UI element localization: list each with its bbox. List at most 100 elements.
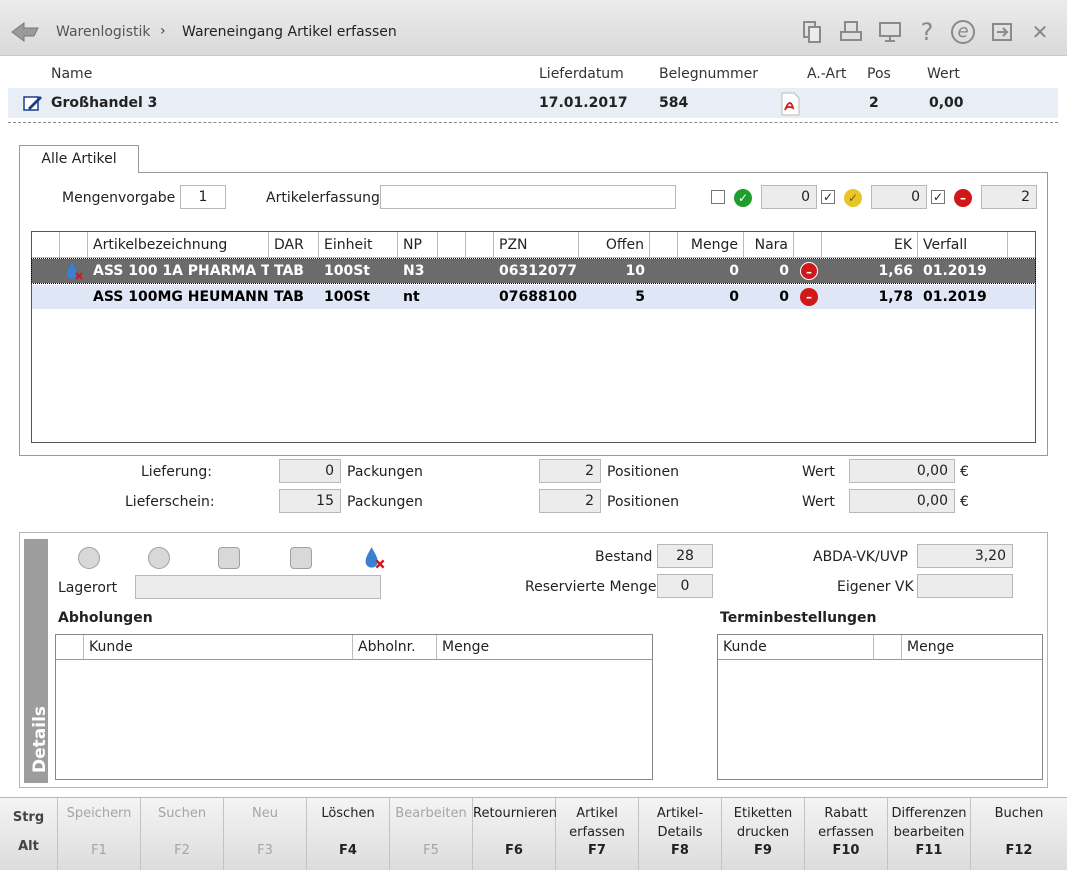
fkey-key: F12 [1005, 843, 1033, 858]
reserviert-value: 0 [657, 574, 713, 598]
suchen-button[interactable]: Suchen F2 [141, 798, 224, 870]
printer-icon[interactable] [839, 20, 863, 44]
help-icon[interactable]: ? [915, 20, 939, 44]
count-error: 2 [981, 185, 1037, 209]
col-pzn[interactable]: PZN [494, 232, 579, 258]
col-nara[interactable]: Nara [744, 232, 794, 258]
warn-status-icon: ✓ [844, 189, 862, 207]
eigener-vk-input[interactable] [917, 574, 1013, 598]
col-menge[interactable]: Menge [437, 635, 652, 660]
fkey-label: Buchen [994, 806, 1044, 821]
e-icon[interactable]: e [951, 20, 975, 44]
pdf-icon[interactable] [779, 92, 801, 116]
col-offen[interactable]: Offen [579, 232, 650, 258]
termin-table: Kunde Menge [717, 634, 1043, 780]
col-kunde[interactable]: Kunde [718, 635, 874, 660]
details-strip[interactable]: Details [24, 539, 50, 783]
currency-label: € [960, 464, 969, 480]
col-blank2 [466, 232, 494, 258]
lagerort-input[interactable] [135, 575, 381, 599]
row-artikelbezeichnung: ASS 100MG HEUMANN [93, 289, 269, 305]
articles-table: Artikelbezeichnung DAR Einheit NP PZN Of… [31, 231, 1036, 443]
col-menge[interactable]: Menge [902, 635, 1042, 660]
bearbeiten-button[interactable]: Bearbeiten F5 [390, 798, 473, 870]
row-dar: TAB [274, 289, 304, 305]
count-ok: 0 [761, 185, 817, 209]
lieferschein-wert: 0,00 [849, 489, 955, 513]
eigener-vk-label: Eigener VK [837, 579, 914, 595]
packungen-label: Packungen [347, 494, 423, 510]
mengenvorgabe-label: Mengenvorgabe [62, 190, 176, 206]
col-menge[interactable]: Menge [678, 232, 744, 258]
col-abholnr[interactable]: Abholnr. [353, 635, 437, 660]
lieferung-wert: 0,00 [849, 459, 955, 483]
fkey-key: F7 [588, 843, 606, 858]
fkey-key: F10 [832, 843, 860, 858]
filter-warn-checkbox[interactable]: ✓ [821, 190, 835, 204]
lieferung-positionen: 2 [539, 459, 601, 483]
back-arrow-icon[interactable] [10, 20, 40, 42]
col-end [1008, 232, 1035, 258]
rabatt-erfassen-button[interactable]: Rabatt erfassen F10 [805, 798, 888, 870]
copy-icon[interactable] [800, 20, 824, 44]
close-icon[interactable]: ✕ [1028, 20, 1052, 44]
fkey-key: F11 [915, 843, 943, 858]
differenzen-bearbeiten-button[interactable]: Differenzen bearbeiten F11 [888, 798, 971, 870]
fkey-key: F2 [174, 843, 190, 858]
strg-label[interactable]: Strg [0, 810, 57, 825]
packungen-label: Packungen [347, 464, 423, 480]
bulk-edit-icon[interactable] [290, 547, 312, 569]
row-ek: 1,66 [878, 263, 913, 279]
exit-icon[interactable] [990, 20, 1014, 44]
fkey-key: F4 [339, 843, 357, 858]
artikelerfassung-input[interactable] [380, 185, 676, 209]
history-icon[interactable] [148, 547, 170, 569]
drop-remove-icon[interactable] [362, 546, 386, 570]
row-einheit: 100St [324, 263, 370, 279]
col-blank1 [438, 232, 466, 258]
speichern-button[interactable]: Speichern F1 [58, 798, 141, 870]
filter-error-checkbox[interactable]: ✓ [931, 190, 945, 204]
table-row[interactable]: ASS 100MG HEUMANN TAB 100St nt 07688100 … [32, 285, 1035, 309]
row-pzn: 07688100 [499, 289, 577, 305]
fkey-label: Löschen [321, 806, 375, 821]
table-row[interactable]: ASS 100 1A PHARMA TA TAB 100St N3 063120… [31, 258, 1036, 284]
col-artikelbezeichnung[interactable]: Artikelbezeichnung [88, 232, 269, 258]
row-menge[interactable]: 0 [678, 259, 744, 283]
neu-button[interactable]: Neu F3 [224, 798, 307, 870]
edit-icon[interactable] [22, 93, 44, 113]
mengenvorgabe-input[interactable]: 1 [180, 185, 226, 209]
artikel-details-button[interactable]: Artikel- Details F8 [639, 798, 722, 870]
col-einheit[interactable]: Einheit [319, 232, 398, 258]
info-icon[interactable] [78, 547, 100, 569]
row-pzn: 06312077 [499, 263, 577, 279]
col-verfall[interactable]: Verfall [918, 232, 1008, 258]
monitor-icon[interactable] [878, 20, 902, 44]
abholungen-table: Kunde Abholnr. Menge [55, 634, 653, 780]
fkey-label: Bearbeiten [395, 806, 467, 821]
delivery-row[interactable] [8, 88, 1058, 118]
tag-icon[interactable] [218, 547, 240, 569]
buchen-button[interactable]: Buchen F12 [971, 798, 1067, 870]
breadcrumb-warenlogistik[interactable]: Warenlogistik [56, 24, 150, 40]
currency-label: € [960, 494, 969, 510]
col-kunde[interactable]: Kunde [84, 635, 353, 660]
row-offen: 5 [635, 289, 645, 305]
etiketten-drucken-button[interactable]: Etiketten drucken F9 [722, 798, 805, 870]
row-menge[interactable]: 0 [678, 285, 744, 309]
fkey-label: Artikel- Details [656, 806, 704, 840]
loeschen-button[interactable]: Löschen F4 [307, 798, 390, 870]
fkey-label: Neu [252, 806, 278, 821]
fkey-key: F9 [754, 843, 772, 858]
col-blank3 [650, 232, 678, 258]
col-ek[interactable]: EK [822, 232, 918, 258]
col-np[interactable]: NP [398, 232, 438, 258]
page-title: Wareneingang Artikel erfassen [182, 24, 397, 40]
tab-alle-artikel[interactable]: Alle Artikel [19, 145, 139, 173]
retournieren-button[interactable]: Retournieren F6 [473, 798, 557, 870]
col-dar[interactable]: DAR [269, 232, 319, 258]
artikel-erfassen-button[interactable]: Artikel erfassen F7 [556, 798, 639, 870]
filter-ok-checkbox[interactable] [711, 190, 725, 204]
alt-label[interactable]: Alt [0, 839, 57, 854]
pos-value: 2 [869, 95, 879, 111]
